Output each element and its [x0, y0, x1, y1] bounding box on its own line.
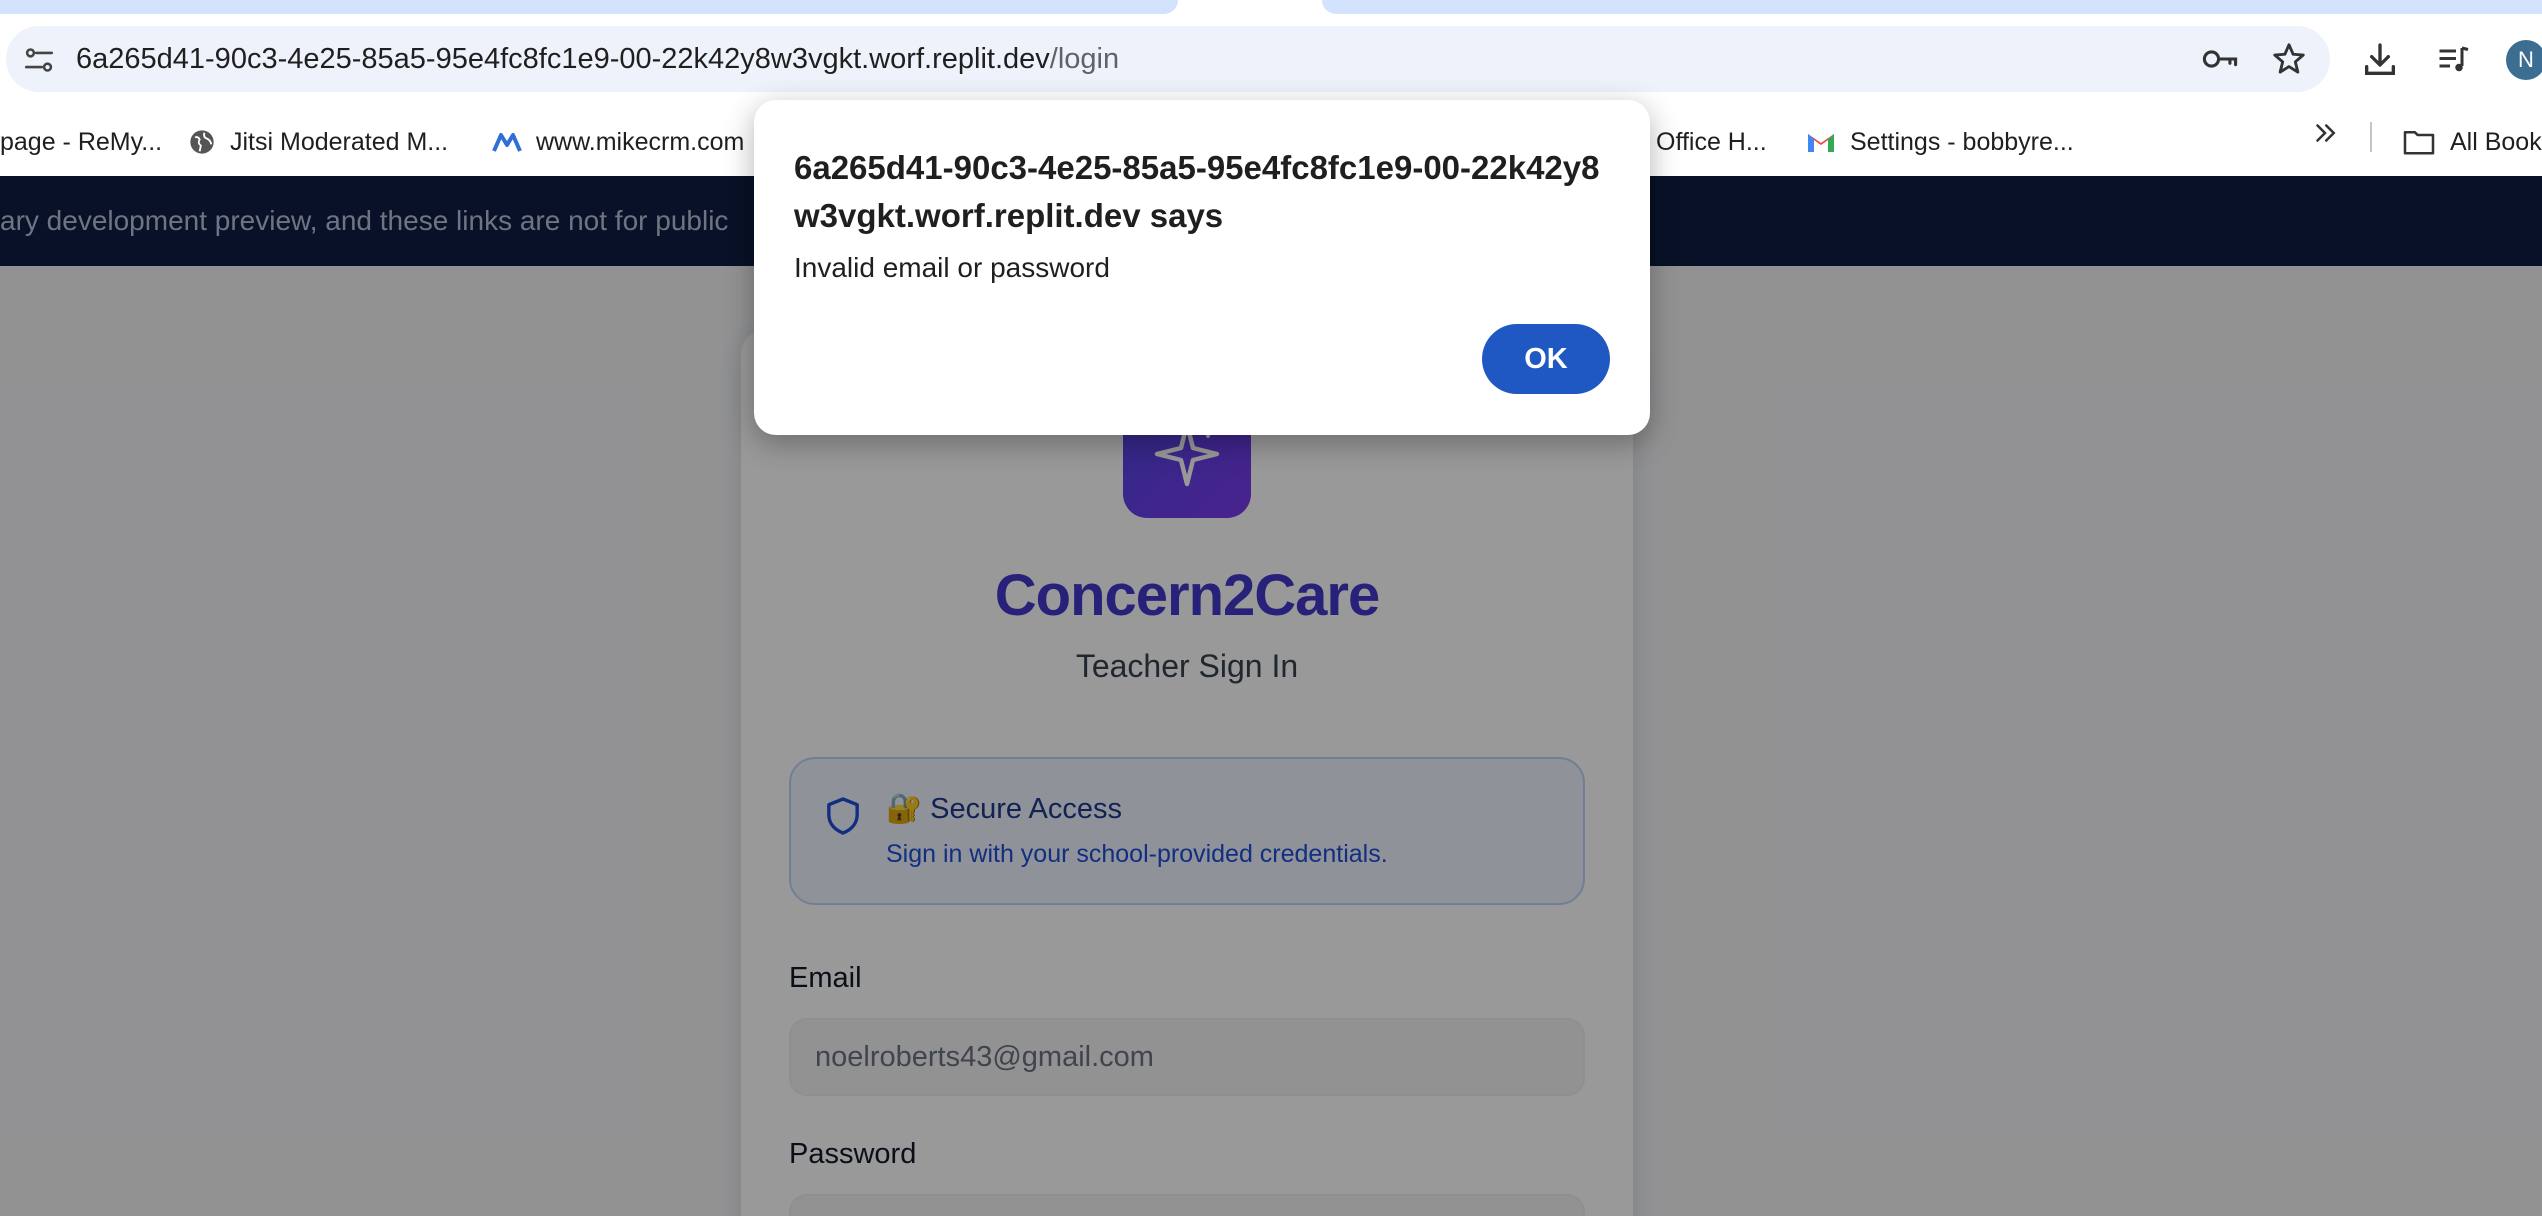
bookmark-label: Jitsi Moderated M...	[230, 127, 449, 156]
url-path: /login	[1049, 43, 1120, 75]
dialog-message: Invalid email or password	[794, 252, 1110, 283]
bookmark-label: All Book	[2450, 127, 2542, 156]
site-settings-icon[interactable]	[22, 43, 56, 77]
gmail-icon	[1808, 134, 1834, 152]
address-bar[interactable]: 6a265d41-90c3-4e25-85a5-95e4fc8fc1e9-00-…	[6, 26, 2330, 92]
ok-button[interactable]: OK	[1482, 324, 1610, 394]
tab-right[interactable]	[1322, 0, 2542, 14]
media-queue-icon[interactable]	[2434, 42, 2472, 78]
bookmark-label: page - ReMy...	[0, 127, 163, 156]
bookmark-item[interactable]: Settings - bobbyre...	[1806, 122, 2074, 162]
alert-dialog: 6a265d41-90c3-4e25-85a5-95e4fc8fc1e9-00-…	[754, 100, 1650, 435]
bookmark-label: Office H...	[1656, 127, 1767, 156]
bookmark-item[interactable]: page - ReMy...	[0, 122, 162, 162]
bookmark-item[interactable]: Jitsi Moderated M...	[188, 122, 448, 162]
browser-toolbar: 6a265d41-90c3-4e25-85a5-95e4fc8fc1e9-00-…	[0, 14, 2542, 108]
bookmark-item[interactable]: www.mikecrm.com	[492, 122, 744, 162]
bookmark-label: www.mikecrm.com	[536, 127, 745, 156]
globe-icon	[190, 130, 214, 154]
password-key-icon[interactable]	[2200, 42, 2240, 76]
bookmarks-separator	[2370, 122, 2372, 152]
mikecrm-icon	[492, 133, 522, 152]
bookmark-label: Settings - bobbyre...	[1850, 127, 2074, 156]
bookmark-item[interactable]: Office H...	[1656, 122, 1767, 162]
url-text[interactable]: 6a265d41-90c3-4e25-85a5-95e4fc8fc1e9-00-…	[76, 40, 1119, 78]
download-icon[interactable]	[2360, 40, 2400, 80]
bookmark-item[interactable]: All Book	[2402, 122, 2542, 162]
tab-left[interactable]	[0, 0, 1178, 14]
chevron-double-right-icon[interactable]	[2310, 118, 2340, 148]
bookmark-star-icon[interactable]	[2270, 40, 2308, 78]
tab-strip	[0, 0, 2542, 14]
url-host: 6a265d41-90c3-4e25-85a5-95e4fc8fc1e9-00-…	[76, 43, 1050, 75]
dialog-title: 6a265d41-90c3-4e25-85a5-95e4fc8fc1e9-00-…	[794, 149, 1600, 234]
profile-avatar[interactable]: N	[2506, 40, 2542, 80]
folder-icon	[2403, 130, 2435, 155]
